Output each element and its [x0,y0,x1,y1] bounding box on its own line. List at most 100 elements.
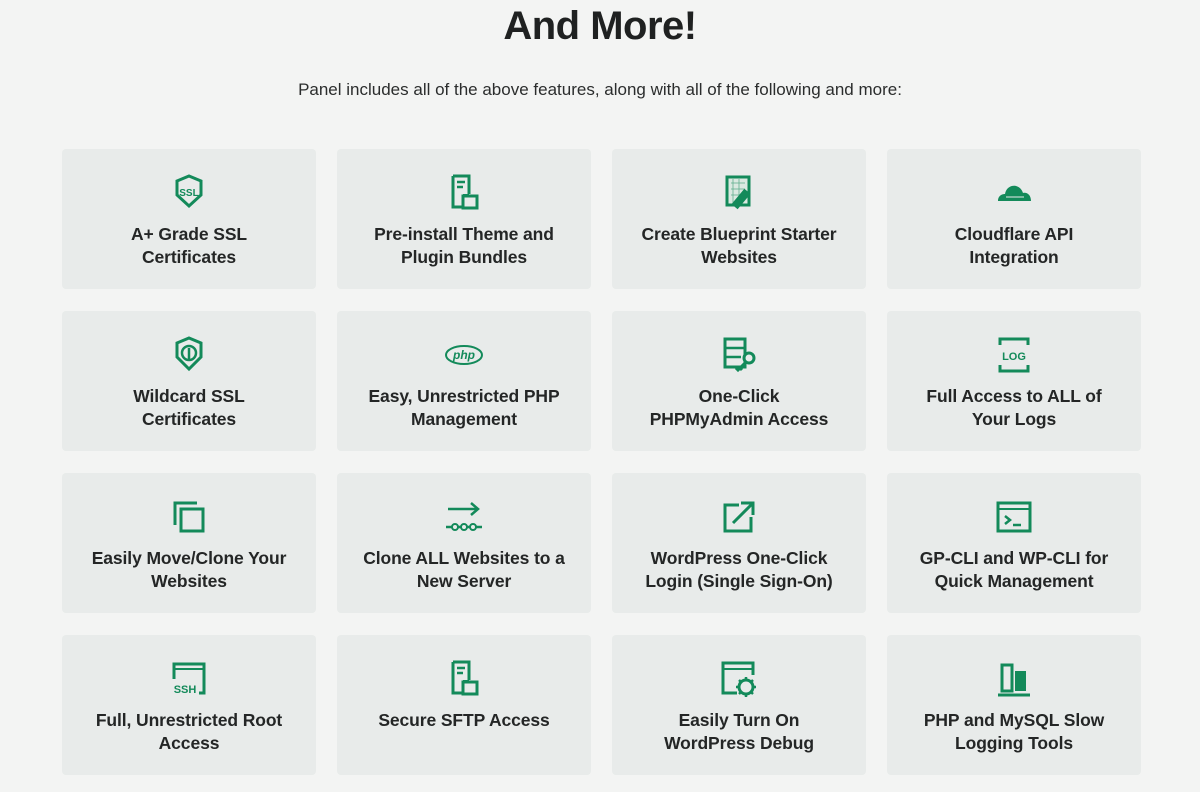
database-key-icon [723,337,756,373]
feature-label-line1: GP-CLI and WP-CLI for [919,548,1109,568]
clone-icon [169,497,209,537]
feature-label-line2: Plugin Bundles [401,247,527,267]
feature-label-line1: Full Access to ALL of [926,386,1102,406]
feature-card[interactable]: GP-CLI and WP-CLI for Quick Management [887,473,1141,613]
feature-label-line1: Clone ALL Websites to a [363,548,565,568]
feature-label-line2: Websites [151,571,227,591]
feature-card[interactable]: Easily Turn On WordPress Debug [612,635,866,775]
svg-text:LOG: LOG [1002,351,1026,363]
feature-card[interactable]: Easily Move/Clone Your Websites [62,473,316,613]
feature-label-line1: Easily Turn On [678,710,800,730]
feature-card[interactable]: PHP and MySQL Slow Logging Tools [887,635,1141,775]
feature-label-line2: Certificates [141,247,237,267]
blueprint-ruler-icon [725,175,751,210]
page-subtitle: Panel includes all of the above features… [298,80,902,99]
feature-label: One-Click PHPMyAdmin Access [622,385,856,431]
blueprint-ruler-icon [719,173,759,213]
php-icon: php [445,345,483,365]
slow-log-bars-icon [994,659,1034,699]
svg-text:SSL: SSL [179,188,198,199]
cloudflare-cloud-icon [998,185,1031,201]
document-folder-icon [444,173,484,213]
document-folder-icon [444,659,484,699]
log-icon: LOG [998,337,1030,373]
feature-label-line1: Wildcard SSL [133,386,245,406]
feature-label-line1: Create Blueprint Starter [641,224,837,244]
feature-label-line1: Easily Move/Clone Your [91,548,287,568]
feature-card[interactable]: Wildcard SSL Certificates [62,311,316,451]
browser-bug-icon [721,661,756,697]
feature-label-line1: PHP and MySQL Slow [923,710,1105,730]
log-icon: LOG [994,335,1034,375]
migrate-arrow-icon [446,502,482,531]
clone-icon [173,501,205,533]
feature-label-line2: Integration [969,247,1059,267]
feature-label-line2: Login (Single Sign-On) [645,571,833,591]
slow-log-bars-icon [998,663,1030,697]
php-icon: php [444,335,484,375]
document-folder-icon [451,660,479,696]
feature-label: Cloudflare API Integration [897,223,1131,269]
feature-label: Easily Move/Clone Your Websites [72,547,306,593]
feature-card[interactable]: SSH Full, Unrestricted Root Access [62,635,316,775]
feature-label: A+ Grade SSL Certificates [72,223,306,269]
feature-label-line2: Logging Tools [955,733,1073,753]
feature-label-line1: A+ Grade SSL [131,224,247,244]
feature-label-line2: WordPress Debug [664,733,814,753]
feature-label-line1: Easy, Unrestricted PHP [368,386,560,406]
feature-label-line2: Certificates [141,409,237,429]
feature-card[interactable]: Clone ALL Websites to a New Server [337,473,591,613]
feature-label: Wildcard SSL Certificates [72,385,306,431]
svg-text:SSH: SSH [174,684,197,696]
feature-label-line2: Your Logs [971,409,1057,429]
svg-text:php: php [452,348,475,362]
terminal-icon [996,501,1032,533]
browser-bug-icon [719,659,759,699]
feature-label: WordPress One-Click Login (Single Sign-On… [622,547,856,593]
feature-label: Full Access to ALL of Your Logs [897,385,1131,431]
feature-card[interactable]: php Easy, Unrestricted PHP Management [337,311,591,451]
feature-card[interactable]: Pre-install Theme and Plugin Bundles [337,149,591,289]
external-link-icon [719,497,759,537]
ssl-shield-icon: SSL [175,174,203,209]
document-folder-icon [451,174,479,210]
feature-label-line1: Secure SFTP Access [378,710,550,730]
feature-label: Full, Unrestricted Root Access [72,709,306,755]
feature-label: Pre-install Theme and Plugin Bundles [347,223,581,269]
terminal-icon [994,497,1034,537]
feature-label: Create Blueprint Starter Websites [622,223,856,269]
feature-card[interactable]: Create Blueprint Starter Websites [612,149,866,289]
wildcard-shield-icon [175,336,203,372]
feature-label-line1: Cloudflare API [954,224,1074,244]
feature-label-line1: Full, Unrestricted Root [95,710,283,730]
page-title: And More! [503,4,697,48]
cloudflare-cloud-icon [994,173,1034,213]
feature-label: Easily Turn On WordPress Debug [622,709,856,755]
wildcard-shield-icon [169,335,209,375]
feature-label-line2: PHPMyAdmin Access [649,409,829,429]
feature-label: GP-CLI and WP-CLI for Quick Management [897,547,1131,593]
feature-label-line1: WordPress One-Click [650,548,828,568]
feature-grid: SSL A+ Grade SSL Certificates Pre-install T… [62,149,1141,775]
feature-label-line2: Quick Management [934,571,1094,591]
external-link-icon [723,501,755,533]
feature-card[interactable]: SSL A+ Grade SSL Certificates [62,149,316,289]
feature-label-line2: Management [411,409,517,429]
database-key-icon [719,335,759,375]
feature-label-line1: One-Click [698,386,780,406]
feature-card[interactable]: One-Click PHPMyAdmin Access [612,311,866,451]
feature-label-line2: New Server [416,571,512,591]
feature-card[interactable]: LOG Full Access to ALL of Your Logs [887,311,1141,451]
migrate-arrow-icon [444,497,484,537]
feature-card[interactable]: Cloudflare API Integration [887,149,1141,289]
feature-card[interactable]: WordPress One-Click Login (Single Sign-On… [612,473,866,613]
feature-label-line2: Websites [701,247,777,267]
feature-card[interactable]: Secure SFTP Access [337,635,591,775]
feature-label: Secure SFTP Access [347,709,581,732]
ssh-icon: SSH [169,659,209,699]
ssh-icon: SSH [172,662,206,696]
feature-label: PHP and MySQL Slow Logging Tools [897,709,1131,755]
feature-label-line2: Access [158,733,220,753]
feature-label-line1: Pre-install Theme and [374,224,554,244]
ssl-shield-icon: SSL [169,173,209,213]
